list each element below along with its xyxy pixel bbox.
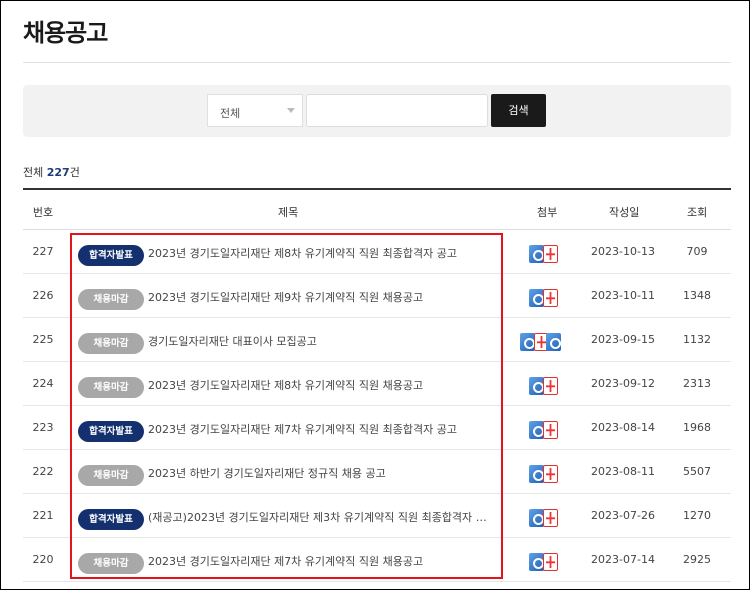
row-number: 224: [32, 377, 54, 390]
table-header: 번호 제목 첨부 작성일 조회: [23, 188, 731, 230]
row-number: 226: [32, 289, 54, 302]
pdf-icon[interactable]: [543, 245, 558, 263]
page-title: 채용공고: [23, 19, 108, 47]
row-number: 223: [32, 421, 54, 434]
hwp-icon[interactable]: [529, 421, 544, 439]
row-views: 5507: [683, 465, 711, 478]
row-number: 222: [32, 465, 54, 478]
row-views: 1270: [683, 509, 711, 522]
hwp-icon[interactable]: [529, 509, 544, 527]
row-number: 220: [32, 553, 54, 566]
row-date: 2023-10-11: [591, 289, 655, 302]
attachment-icons: [529, 553, 558, 573]
row-number: 227: [32, 245, 54, 258]
search-category-value: 전체: [220, 107, 241, 120]
attachment-icons: [529, 245, 558, 265]
hwp-icon[interactable]: [529, 245, 544, 263]
header-number: 번호: [32, 206, 54, 219]
pdf-icon[interactable]: [543, 509, 558, 527]
search-input[interactable]: [306, 94, 488, 127]
header-date: 작성일: [609, 206, 640, 219]
search-bar: 전체 검색: [23, 85, 731, 137]
total-suffix: 건: [69, 166, 80, 179]
row-number: 225: [32, 333, 54, 346]
hwp-icon[interactable]: [529, 289, 544, 307]
row-views: 1968: [683, 421, 711, 434]
row-date: 2023-08-11: [591, 465, 655, 478]
attachment-icons: [529, 377, 558, 397]
row-date: 2023-08-14: [591, 421, 655, 434]
attachment-icons: [529, 289, 558, 309]
total-count: 전체 227건: [23, 164, 80, 180]
attachment-icons: [529, 509, 558, 529]
header-attachment: 첨부: [537, 206, 558, 219]
pdf-icon[interactable]: [543, 377, 558, 395]
title-divider: [23, 62, 731, 63]
hwp-icon[interactable]: [546, 333, 561, 351]
header-title: 제목: [278, 206, 299, 219]
pdf-icon[interactable]: [543, 421, 558, 439]
row-date: 2023-07-14: [591, 553, 655, 566]
hwp-icon[interactable]: [529, 377, 544, 395]
row-views: 1348: [683, 289, 711, 302]
search-button[interactable]: 검색: [491, 94, 546, 127]
hwp-icon[interactable]: [520, 333, 535, 351]
hwp-icon[interactable]: [529, 465, 544, 483]
row-date: 2023-09-12: [591, 377, 655, 390]
pdf-icon[interactable]: [543, 289, 558, 307]
pdf-icon[interactable]: [543, 553, 558, 571]
row-views: 1132: [683, 333, 711, 346]
row-date: 2023-09-15: [591, 333, 655, 346]
search-category-select[interactable]: 전체: [207, 94, 303, 127]
row-date: 2023-10-13: [591, 245, 655, 258]
row-views: 2925: [683, 553, 711, 566]
highlight-box: [70, 233, 503, 579]
chevron-down-icon: [287, 108, 295, 113]
hwp-icon[interactable]: [529, 553, 544, 571]
attachment-icons: [520, 333, 561, 353]
row-views: 709: [686, 245, 708, 258]
attachment-icons: [529, 465, 558, 485]
header-views: 조회: [687, 206, 708, 219]
row-date: 2023-07-26: [591, 509, 655, 522]
row-number: 221: [32, 509, 54, 522]
attachment-icons: [529, 421, 558, 441]
total-prefix: 전체: [23, 166, 44, 179]
pdf-icon[interactable]: [543, 465, 558, 483]
total-count-value: 227: [46, 166, 70, 179]
row-views: 2313: [683, 377, 711, 390]
